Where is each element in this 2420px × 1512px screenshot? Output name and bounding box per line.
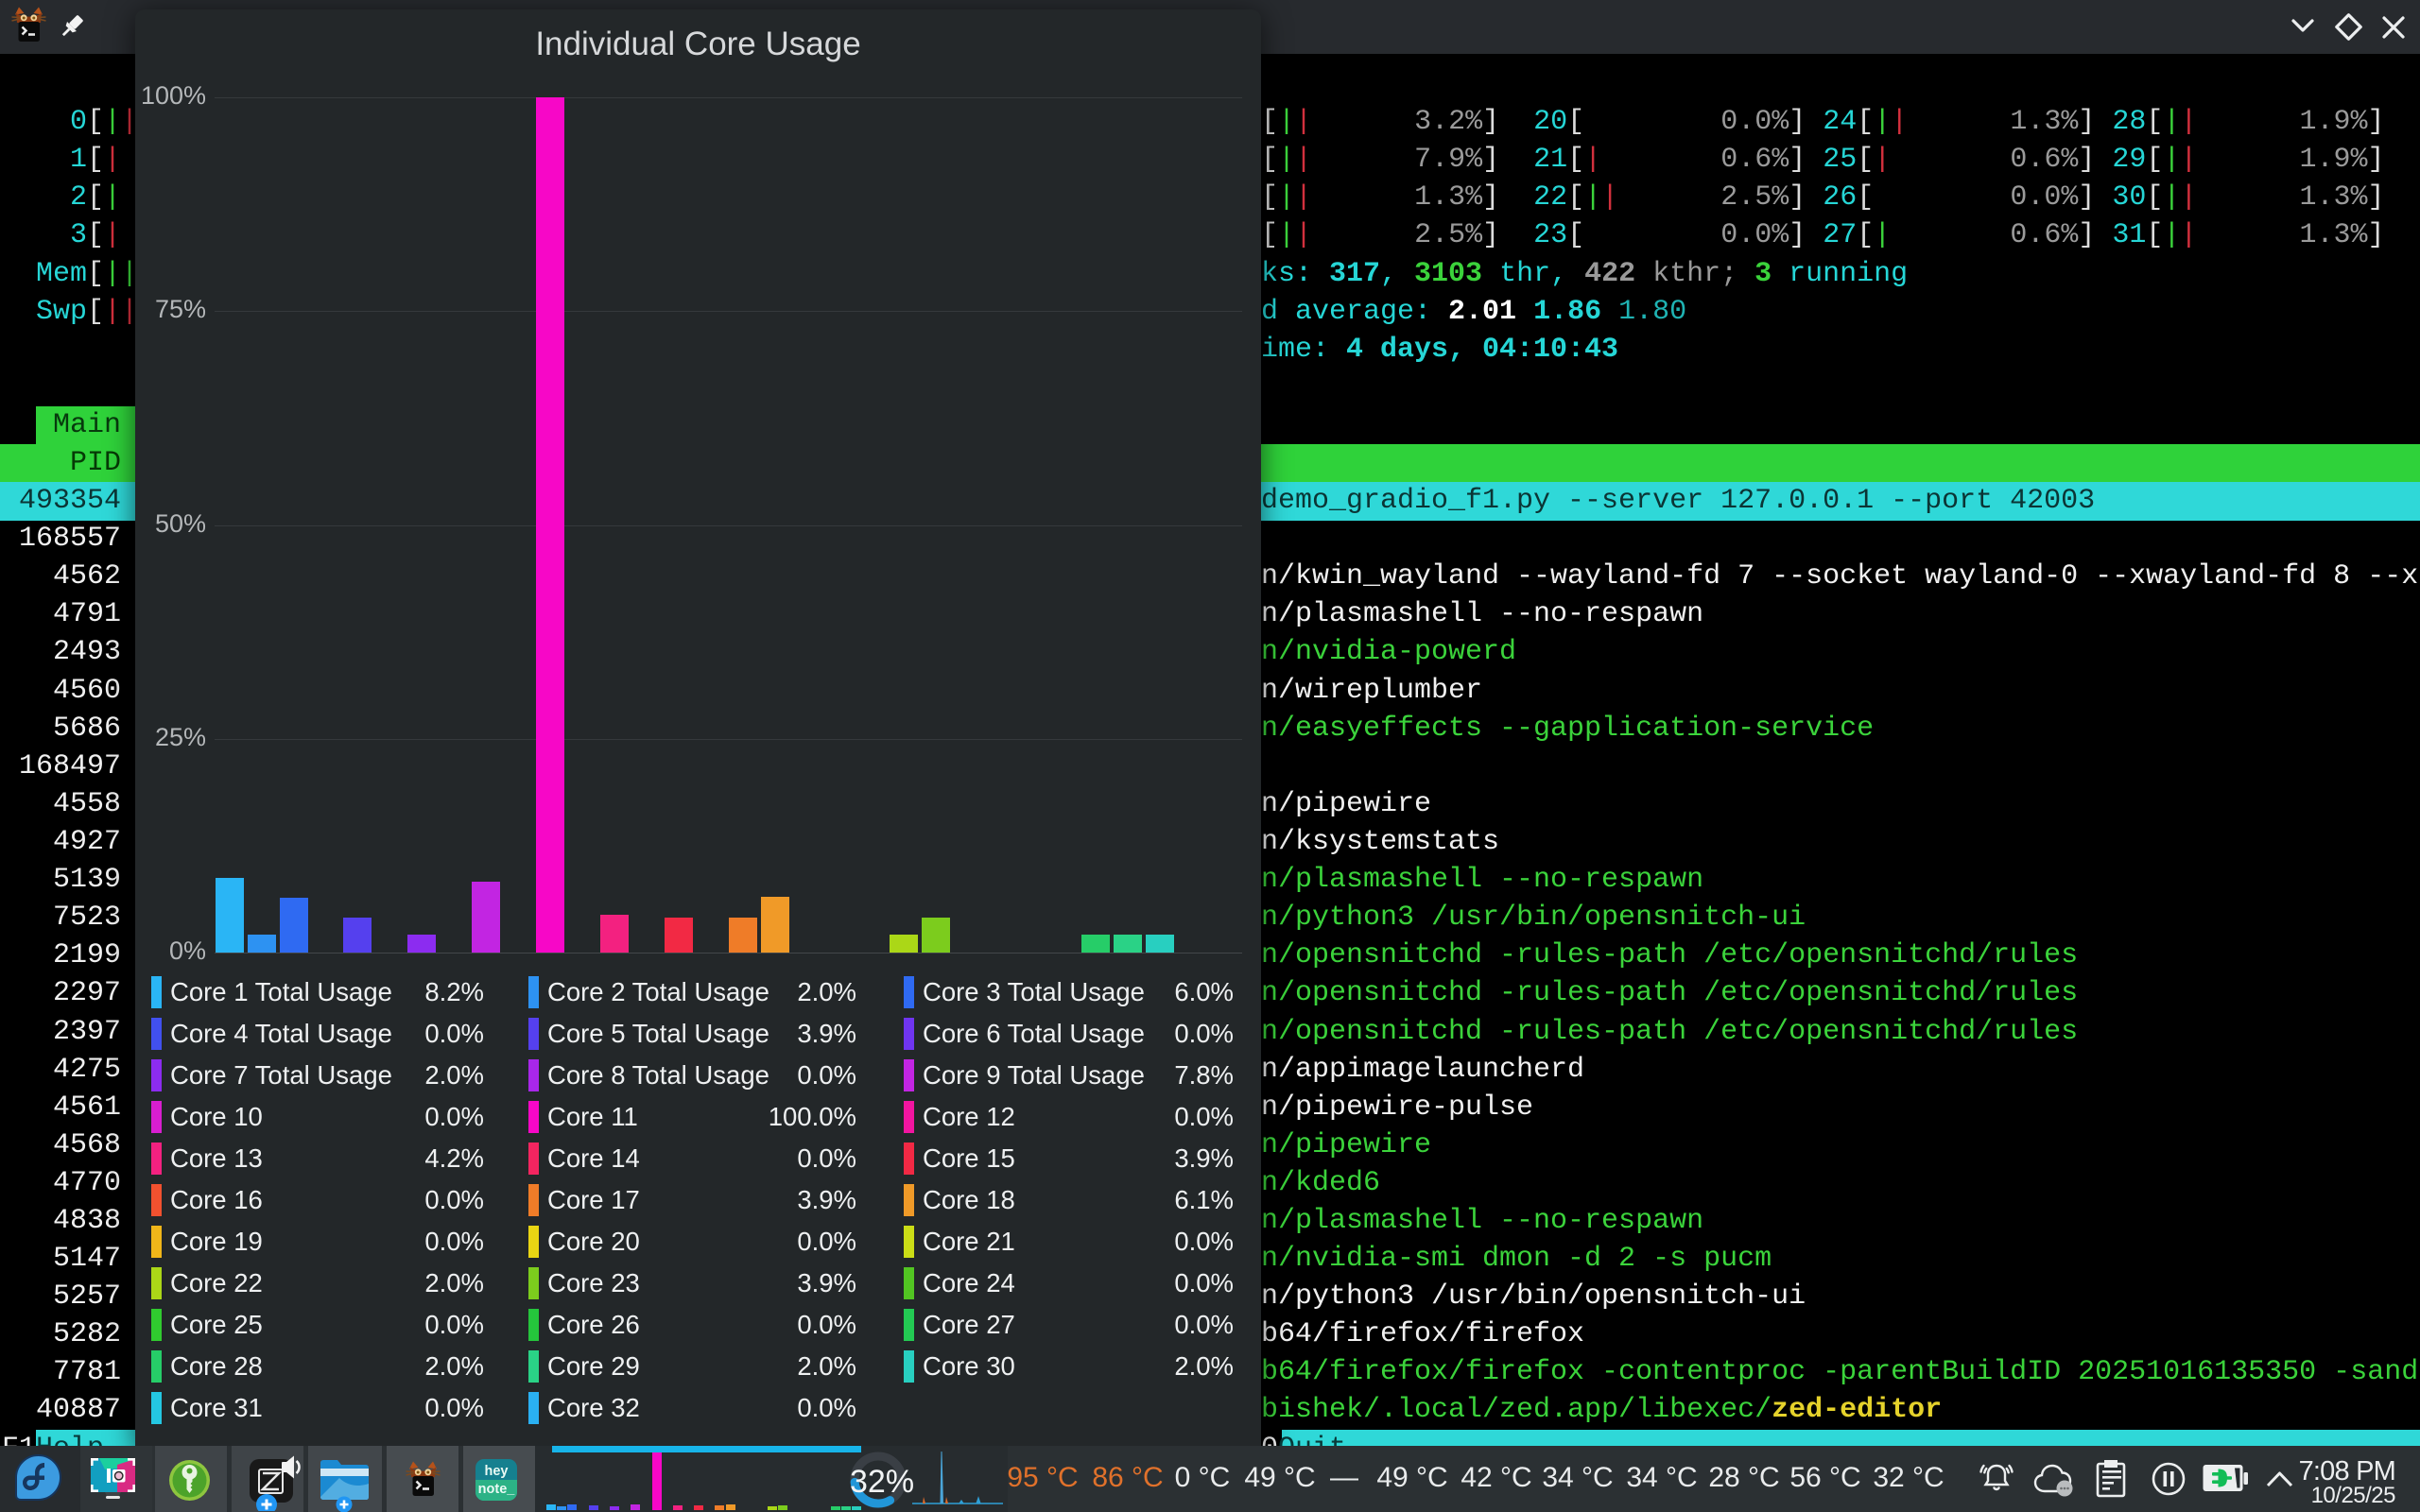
svg-text:hey: hey	[485, 1464, 509, 1479]
svg-text:note_: note_	[478, 1482, 516, 1497]
